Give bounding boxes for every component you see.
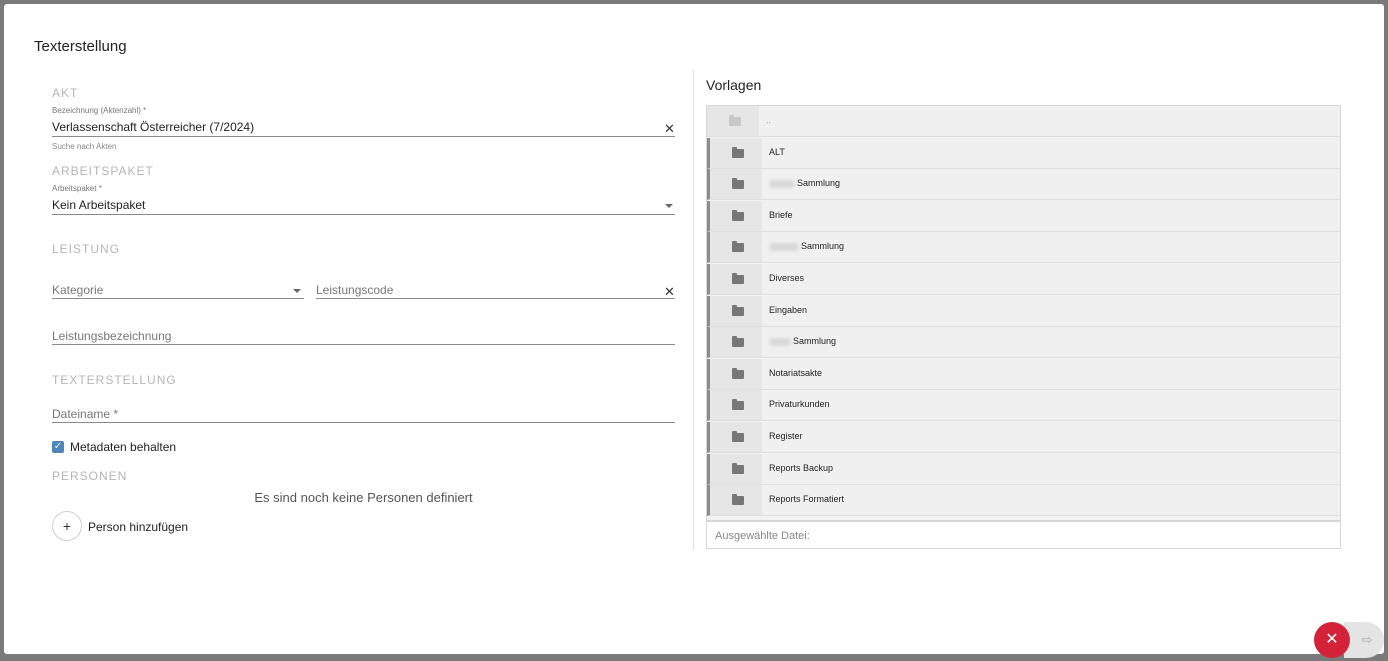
redacted-text: [769, 337, 791, 346]
file-name: ..: [766, 115, 772, 125]
form-panel: AKT Bezeichnung (Aktenzahl) * Verlassens…: [52, 68, 675, 558]
file-name: Briefe: [769, 209, 793, 220]
section-leistung: LEISTUNG: [52, 242, 121, 256]
close-button[interactable]: ✕: [1314, 622, 1350, 658]
folder-icon: [732, 399, 744, 411]
kategorie-underline: [52, 298, 304, 299]
kategorie-select[interactable]: Kategorie: [52, 283, 282, 297]
file-row-reports-formatiert[interactable]: Reports Formatiert: [707, 485, 1340, 517]
folder-icon: [732, 367, 744, 379]
folder-icon: [732, 462, 744, 474]
file-name: Notariatsakte: [769, 367, 823, 378]
folder-icon: [732, 336, 744, 348]
file-row-alt[interactable]: ALT: [707, 137, 1340, 169]
redacted-text: [769, 243, 799, 252]
section-akt: AKT: [52, 86, 79, 100]
kategorie-chevron-down-icon[interactable]: [293, 289, 301, 293]
leistungscode-input[interactable]: Leistungscode: [316, 283, 646, 297]
file-name: Reports Backup: [769, 462, 834, 473]
dateiname-underline: [52, 422, 675, 423]
file-row-eingaben[interactable]: Eingaben: [707, 295, 1340, 327]
export-button[interactable]: ⇨: [1344, 622, 1384, 658]
column-divider: [693, 70, 694, 550]
folder-up-icon: [729, 115, 741, 126]
folder-icon: [732, 209, 744, 221]
arbeitspaket-select[interactable]: Kein Arbeitspaket: [52, 198, 652, 212]
metadaten-checkbox-label: Metadaten behalten: [70, 440, 177, 454]
metadaten-checkbox[interactable]: ✓: [52, 441, 64, 453]
leistungscode-clear-icon[interactable]: ✕: [664, 285, 675, 298]
file-row-register[interactable]: Register: [707, 422, 1340, 453]
akt-field-label: Bezeichnung (Aktenzahl) *: [52, 106, 147, 115]
folder-icon: [732, 146, 744, 158]
file-row-sammlung-3[interactable]: Sammlung: [707, 327, 1340, 359]
file-row-notariatsakte[interactable]: Notariatsakte: [707, 358, 1340, 390]
leistungsbezeichnung-underline: [52, 344, 675, 345]
file-name: Sammlung: [797, 178, 841, 189]
texterstellung-dialog: Texterstellung AKT Bezeichnung (Aktenzah…: [4, 4, 1384, 654]
file-row-sammlung-1[interactable]: Sammlung: [707, 169, 1340, 201]
file-name: Eingaben: [769, 304, 808, 315]
folder-icon: [732, 273, 744, 284]
folder-icon: [732, 178, 744, 190]
arbeitspaket-underline: [52, 214, 675, 215]
file-name: Sammlung: [793, 336, 837, 347]
file-name: Reports Formatiert: [769, 494, 845, 505]
file-row-briefe[interactable]: Briefe: [707, 200, 1340, 232]
file-row-reports-backup[interactable]: Reports Backup: [707, 453, 1340, 485]
akt-hint: Suche nach Akten: [52, 142, 117, 151]
akt-clear-icon[interactable]: ✕: [664, 122, 675, 135]
file-name: Privaturkunden: [769, 399, 830, 410]
selected-file-field: Ausgewählte Datei:: [706, 521, 1341, 549]
file-row-sammlung-2[interactable]: Sammlung: [707, 232, 1340, 264]
file-row-diverses[interactable]: Diverses: [707, 264, 1340, 295]
folder-icon: [732, 304, 744, 316]
vorlagen-file-list[interactable]: .. ALT Sammlung Briefe Sammlung Diverses…: [706, 105, 1341, 521]
arbeitspaket-field-label: Arbeitspaket *: [52, 184, 102, 193]
dialog-title: Texterstellung: [34, 38, 127, 55]
redacted-text: [769, 179, 795, 188]
file-row-parent[interactable]: ..: [707, 106, 1340, 137]
akt-input[interactable]: Verlassenschaft Österreicher (7/2024): [52, 120, 652, 134]
section-personen: PERSONEN: [52, 469, 128, 483]
leistungsbezeichnung-input[interactable]: Leistungsbezeichnung: [52, 329, 652, 343]
akt-underline: [52, 136, 675, 137]
export-icon: ⇨: [1361, 632, 1373, 647]
add-person-button[interactable]: +: [52, 511, 82, 541]
vorlagen-title: Vorlagen: [706, 77, 762, 93]
personen-empty-message: Es sind noch keine Personen definiert: [254, 490, 473, 505]
file-name: Sammlung: [801, 241, 845, 252]
section-arbeitspaket: ARBEITSPAKET: [52, 164, 154, 178]
file-name: Diverses: [769, 273, 805, 283]
file-name: Register: [769, 431, 803, 441]
folder-icon: [732, 494, 744, 506]
folder-icon: [732, 241, 744, 253]
folder-icon: [732, 431, 744, 442]
section-texterstellung: TEXTERSTELLUNG: [52, 373, 177, 387]
file-row-privaturkunden[interactable]: Privaturkunden: [707, 390, 1340, 422]
dateiname-input[interactable]: Dateiname *: [52, 407, 652, 421]
arbeitspaket-chevron-down-icon[interactable]: [665, 204, 673, 208]
file-name: ALT: [769, 146, 785, 157]
add-person-label[interactable]: Person hinzufügen: [88, 520, 188, 534]
close-icon: ✕: [1325, 631, 1339, 648]
leistungscode-underline: [316, 298, 675, 299]
